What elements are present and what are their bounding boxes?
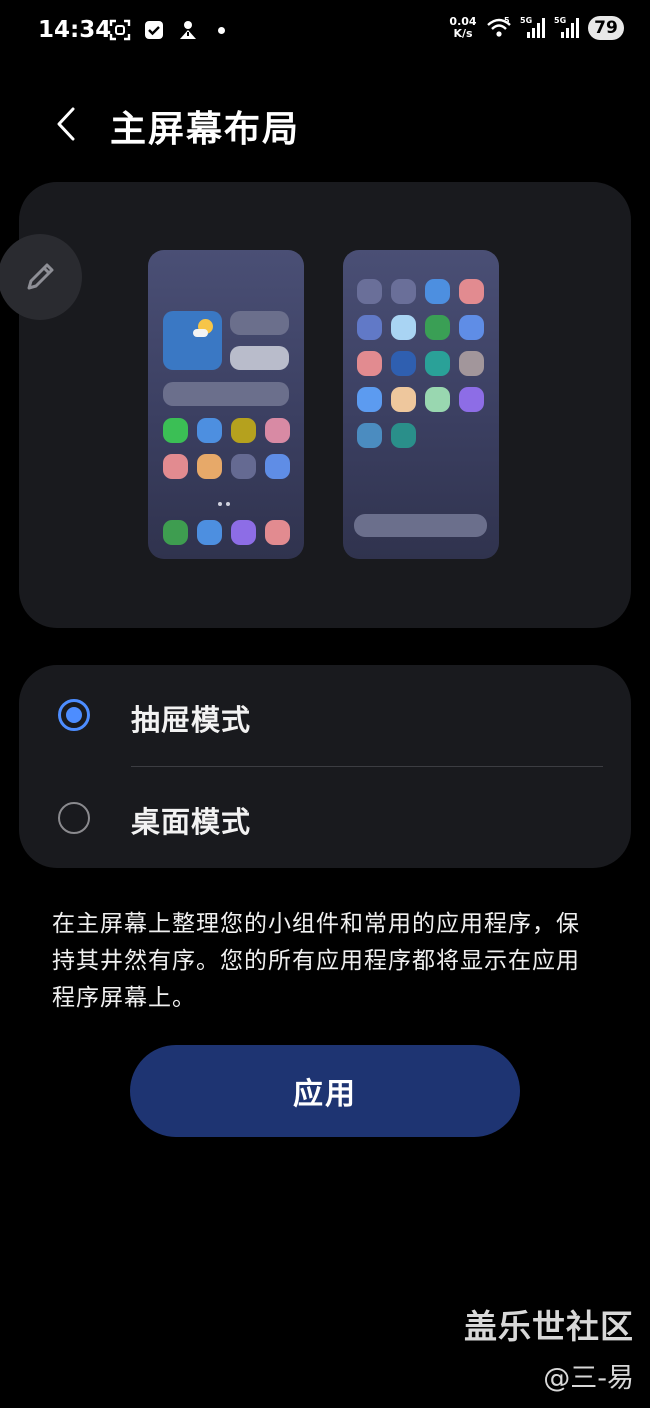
app-icon-placeholder <box>459 387 484 412</box>
status-right-icons: 0.04 K/s 5 5G 5G 79 <box>448 16 624 40</box>
app-icon-placeholder <box>391 315 416 340</box>
notification-dot-icon <box>218 26 225 34</box>
app-icon-placeholder <box>197 520 222 545</box>
divider <box>131 766 603 767</box>
app-icon-placeholder <box>425 351 450 376</box>
app-icon-placeholder <box>391 423 416 448</box>
signal-icon: 5G <box>554 16 580 40</box>
network-speed: 0.04 K/s <box>448 16 478 40</box>
app-icon-placeholder <box>459 351 484 376</box>
widget-placeholder <box>163 382 289 406</box>
mode-option-drawer[interactable]: 抽屉模式 <box>19 665 631 765</box>
app-icon-placeholder <box>231 418 256 443</box>
app-icon-placeholder <box>231 520 256 545</box>
sim2-label: 5G <box>554 16 567 25</box>
mode-label-drawer: 抽屉模式 <box>131 703 252 737</box>
app-icon-placeholder <box>459 279 484 304</box>
app-icon-placeholder <box>163 418 188 443</box>
wifi-label: 5 <box>504 16 510 25</box>
mode-option-desktop[interactable]: 桌面模式 <box>19 768 631 868</box>
app-icon-placeholder <box>425 279 450 304</box>
status-bar: 14:34 0.04 K/s 5 5G 5G 79 <box>0 0 650 62</box>
watermark-user: @三-易 <box>543 1363 634 1394</box>
weather-widget <box>163 311 222 370</box>
app-icon-placeholder <box>197 418 222 443</box>
app-drawer-mode-preview <box>343 250 499 559</box>
app-icon-placeholder <box>425 315 450 340</box>
cloud-icon <box>193 329 208 337</box>
app-icon-placeholder <box>391 279 416 304</box>
app-icon-placeholder <box>265 520 290 545</box>
app-icon-placeholder <box>425 387 450 412</box>
app-icon-placeholder <box>391 387 416 412</box>
watermark-title: 盖乐世社区 <box>464 1307 634 1346</box>
back-button[interactable] <box>46 104 86 144</box>
app-icon-placeholder <box>357 351 382 376</box>
battery-icon: 79 <box>588 16 624 40</box>
app-icon-placeholder <box>391 351 416 376</box>
app-icon-placeholder <box>357 387 382 412</box>
status-left-icons <box>108 18 225 42</box>
app-icon-placeholder <box>357 315 382 340</box>
mode-description: 在主屏幕上整理您的小组件和常用的应用程序，保持其井然有序。您的所有应用程序都将显… <box>52 911 580 1011</box>
signal-icon: 5G <box>520 16 546 40</box>
mode-selection-card: 抽屉模式 桌面模式 <box>19 665 631 868</box>
network-speed-unit: K/s <box>453 27 473 40</box>
app-icon-placeholder <box>231 454 256 479</box>
app-icon-placeholder <box>459 315 484 340</box>
radio-button-selected[interactable] <box>58 699 90 731</box>
page-indicator <box>218 502 230 506</box>
person-alert-icon <box>176 18 200 42</box>
app-icon-placeholder <box>357 423 382 448</box>
mode-label-desktop: 桌面模式 <box>131 805 252 839</box>
edit-button[interactable] <box>0 234 82 320</box>
search-bar-placeholder <box>354 514 487 537</box>
page-title: 主屏幕布局 <box>110 109 301 150</box>
wifi-icon: 5 <box>486 16 512 40</box>
watermark: 盖乐世社区 @三-易 <box>464 1300 634 1395</box>
app-icon-placeholder <box>163 520 188 545</box>
apply-button[interactable]: 应用 <box>130 1045 520 1137</box>
layout-preview-card <box>19 182 631 628</box>
chevron-left-icon <box>57 107 75 141</box>
sim1-label: 5G <box>520 16 533 25</box>
check-shield-icon <box>142 18 166 42</box>
app-icon-placeholder <box>197 454 222 479</box>
status-time: 14:34 <box>38 17 112 43</box>
radio-button-unselected[interactable] <box>58 802 90 834</box>
app-icon-placeholder <box>265 418 290 443</box>
pencil-icon <box>27 263 54 290</box>
scan-icon <box>108 18 132 42</box>
app-icon-placeholder <box>265 454 290 479</box>
widget-placeholder <box>230 311 289 335</box>
app-icon-placeholder <box>163 454 188 479</box>
home-screen-mode-preview <box>148 250 304 559</box>
widget-placeholder <box>230 346 289 370</box>
app-icon-placeholder <box>357 279 382 304</box>
